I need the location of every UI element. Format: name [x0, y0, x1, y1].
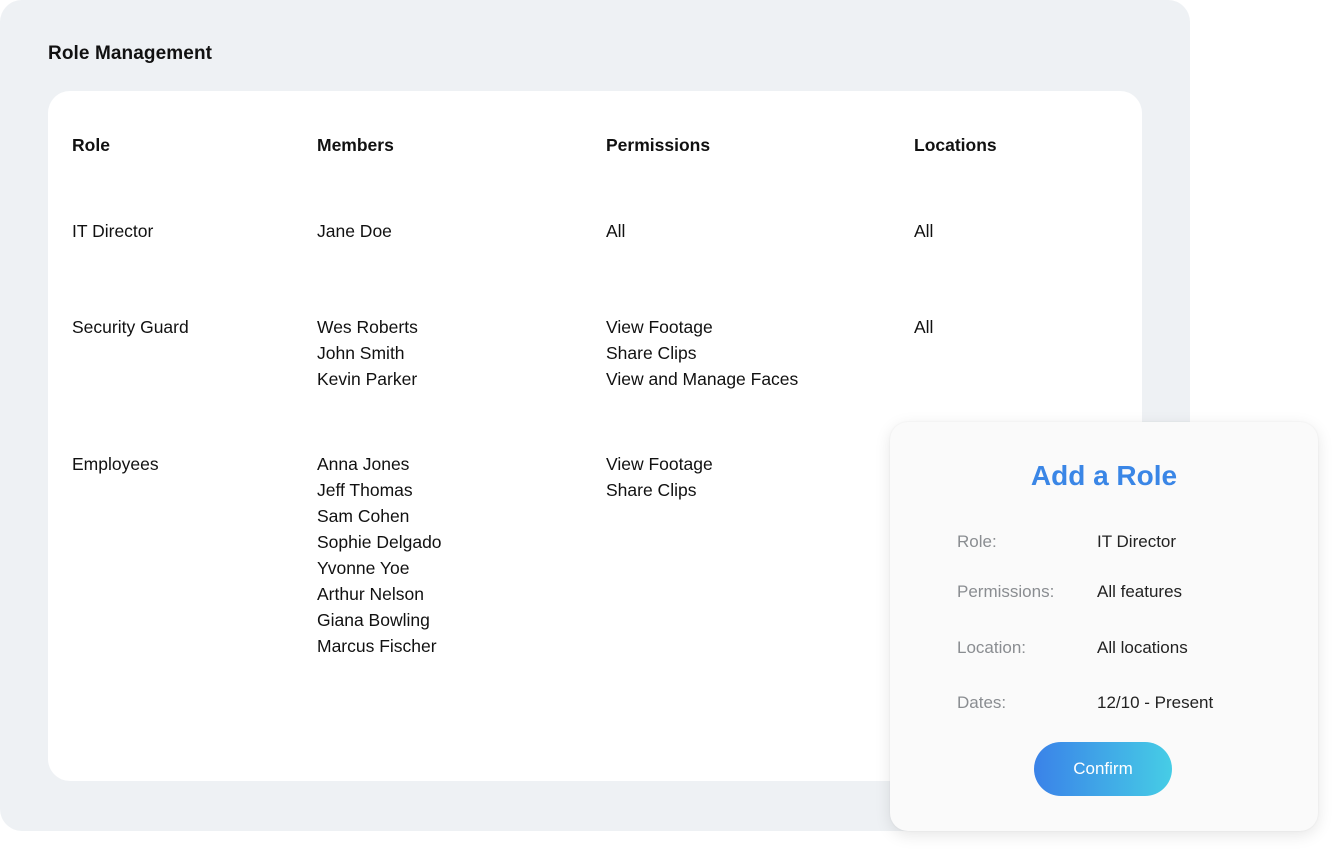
member-name: Anna Jones	[317, 454, 410, 474]
member-name: Kevin Parker	[317, 369, 418, 389]
header-members: Members	[317, 135, 394, 155]
header-role: Role	[72, 135, 110, 155]
page-title: Role Management	[48, 43, 213, 64]
location-field-value[interactable]: All locations	[1097, 638, 1188, 658]
table-row-members: Jane Doe	[317, 218, 392, 244]
member-name: Wes Roberts	[317, 317, 418, 337]
member-name: John Smith	[317, 343, 405, 363]
permissions-field-label: Permissions:	[957, 582, 1055, 601]
member-name: Arthur Nelson	[317, 584, 424, 604]
table-row-locations: All	[914, 314, 933, 340]
member-name: Yvonne Yoe	[317, 558, 410, 578]
table-row-locations: All	[914, 218, 933, 244]
table-row-permissions: All	[606, 218, 625, 244]
permission-item: Share Clips	[606, 480, 697, 500]
location-field-label: Location:	[957, 638, 1026, 657]
table-row-permissions: View Footage Share Clips View and Manage…	[606, 314, 798, 392]
permissions-field-value[interactable]: All features	[1097, 582, 1182, 602]
add-role-dialog: Add a Role Role: IT Director Permissions…	[890, 422, 1318, 831]
member-name: Sam Cohen	[317, 506, 410, 526]
dates-field-label: Dates:	[957, 693, 1007, 712]
confirm-button[interactable]: Confirm	[1034, 742, 1172, 796]
dates-field-value[interactable]: 12/10 - Present	[1097, 693, 1213, 713]
permission-item: View Footage	[606, 317, 713, 337]
header-permissions: Permissions	[606, 135, 711, 155]
dialog-title: Add a Role	[1030, 460, 1178, 491]
member-name: Jane Doe	[317, 221, 392, 241]
member-name: Marcus Fischer	[317, 636, 437, 656]
role-field-value[interactable]: IT Director	[1097, 532, 1176, 552]
table-row-members: Wes Roberts John Smith Kevin Parker	[317, 314, 418, 392]
permission-item: Share Clips	[606, 343, 697, 363]
role-field-label: Role:	[957, 532, 997, 551]
table-row-role[interactable]: IT Director	[72, 218, 153, 244]
table-row-role[interactable]: Security Guard	[72, 314, 189, 340]
location-item: All	[914, 221, 934, 241]
permission-item: All	[606, 221, 626, 241]
table-row-permissions: View Footage Share Clips	[606, 451, 713, 503]
location-item: All	[914, 317, 934, 337]
member-name: Sophie Delgado	[317, 532, 442, 552]
member-name: Jeff Thomas	[317, 480, 413, 500]
permission-item: View and Manage Faces	[606, 369, 799, 389]
table-row-members: Anna Jones Jeff Thomas Sam Cohen Sophie …	[317, 451, 442, 659]
header-locations: Locations	[914, 135, 997, 155]
member-name: Giana Bowling	[317, 610, 430, 630]
permission-item: View Footage	[606, 454, 713, 474]
table-row-role[interactable]: Employees	[72, 451, 159, 477]
